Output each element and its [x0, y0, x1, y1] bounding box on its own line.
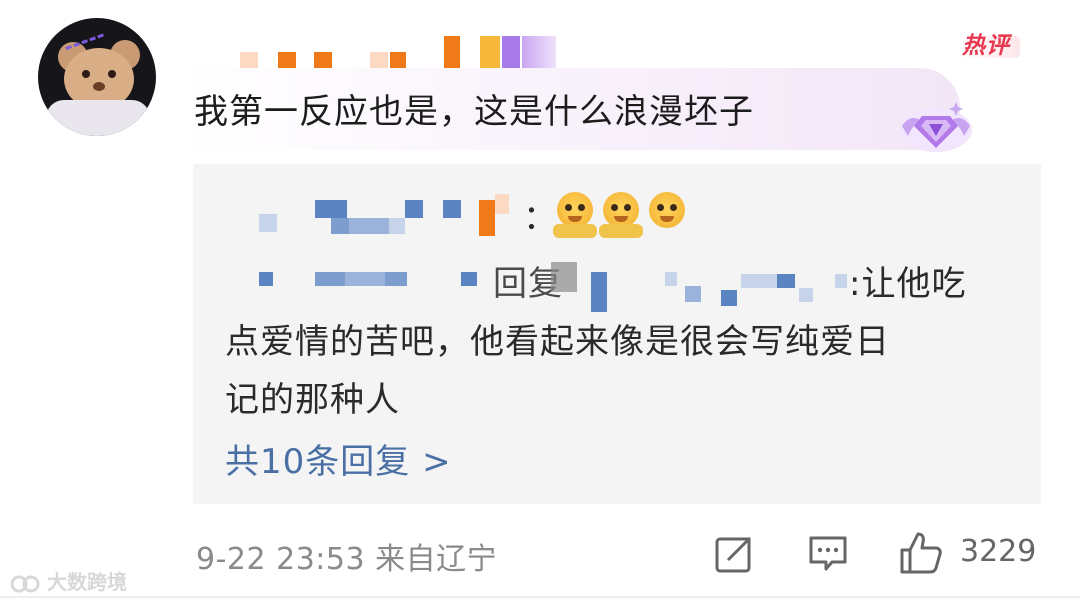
view-more-replies-link[interactable]: 共10条回复 >	[225, 434, 452, 483]
pleading-face-emoji-icon	[649, 192, 685, 228]
replies-panel: ： 回复 :让他吃 点爱情的苦吧，他看起来像是很会写纯爱日 记的那种人 共10条…	[193, 164, 1041, 504]
comment-icon[interactable]	[808, 534, 848, 578]
diamond-badge-icon	[896, 96, 976, 158]
reply-1[interactable]: ：	[193, 164, 1041, 244]
reply-2[interactable]: 回复 :让他吃 点爱情的苦吧，他看起来像是很会写纯爱日 记的那种人	[193, 248, 1041, 420]
comment-text: 我第一反应也是，这是什么浪漫坯子	[194, 92, 754, 132]
reply-2-text-line-3: 记的那种人	[225, 380, 400, 420]
bear-eye	[108, 70, 116, 78]
bear-scarf	[46, 100, 150, 136]
avatar[interactable]	[38, 18, 156, 136]
emoji-hands	[553, 224, 597, 238]
bear-eye	[82, 70, 90, 78]
timestamp-location: 9-22 23:53 来自辽宁	[196, 542, 498, 577]
watermark-logo-icon	[10, 573, 40, 595]
emoji-hands	[599, 224, 643, 238]
like-count: 3229	[960, 534, 1037, 569]
share-icon[interactable]	[714, 534, 754, 578]
bear-nose	[93, 82, 105, 91]
pleading-face-emoji-icon	[603, 192, 639, 228]
reply-2-text-line-1: :让他吃	[849, 264, 967, 304]
pleading-face-emoji-icon	[557, 192, 593, 228]
reply-2-text-line-2: 点爱情的苦吧，他看起来像是很会写纯爱日	[225, 322, 890, 362]
thumbs-up-icon[interactable]	[898, 530, 944, 580]
watermark-text: 大数跨境	[46, 570, 127, 594]
divider	[0, 596, 1080, 598]
watermark: 大数跨境	[10, 566, 127, 595]
hot-comment-badge: 热评	[956, 26, 1020, 60]
